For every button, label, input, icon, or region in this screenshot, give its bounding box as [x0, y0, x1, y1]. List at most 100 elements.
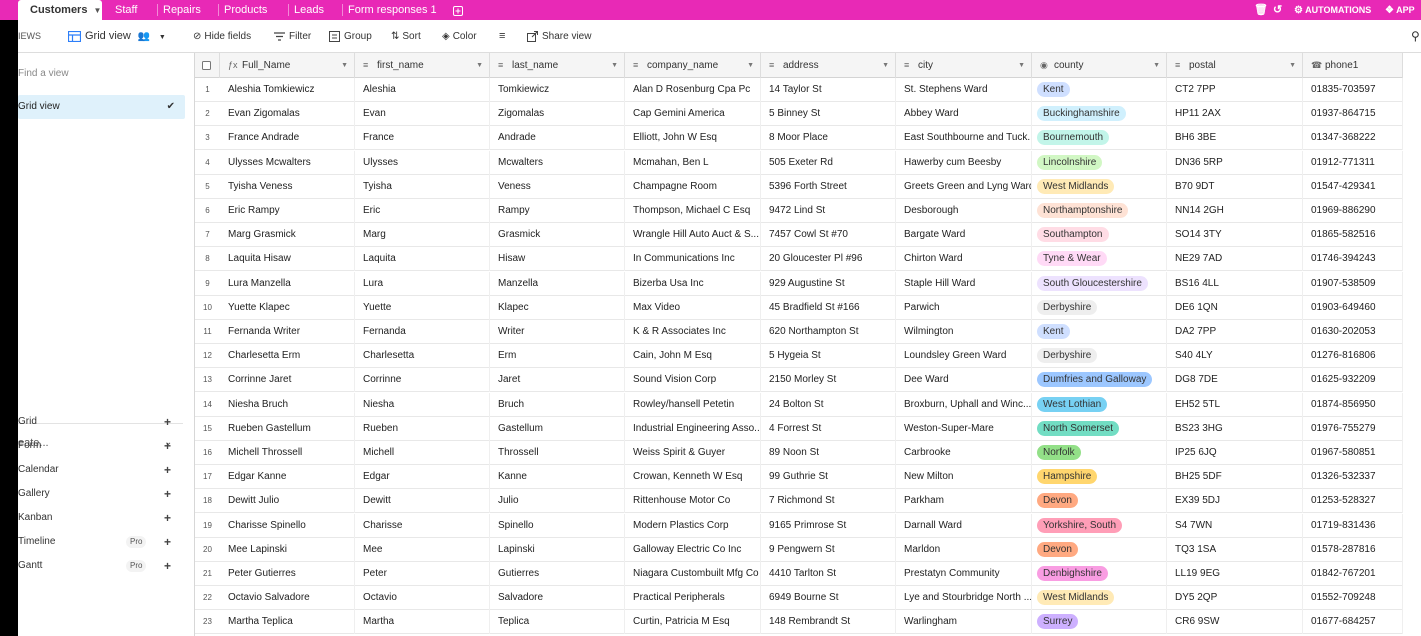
cell-county[interactable]: Buckinghamshire	[1032, 102, 1167, 126]
cell-postal[interactable]: HP11 2AX	[1167, 102, 1303, 126]
table-row[interactable]: 20 Mee Lapinski Mee Lapinski Galloway Electr…	[195, 538, 1421, 562]
views-label[interactable]: IEWS	[18, 20, 41, 53]
cell-phone1[interactable]: 01276-816806	[1303, 344, 1403, 368]
tab-customers[interactable]: Customers ▼	[18, 0, 102, 20]
cell-postal[interactable]: SO14 3TY	[1167, 223, 1303, 247]
plus-icon[interactable]: +	[164, 556, 171, 576]
filter-button[interactable]: Filter	[274, 20, 311, 53]
cell-phone1[interactable]: 01937-864715	[1303, 102, 1403, 126]
cell-address[interactable]: 20 Gloucester Pl #96	[761, 247, 896, 271]
cell-last_name[interactable]: Jaret	[490, 368, 625, 392]
cell-first_name[interactable]: Octavio	[355, 586, 490, 610]
chevron-down-icon[interactable]: ▼	[882, 53, 889, 78]
cell-city[interactable]: Hawerby cum Beesby	[896, 151, 1032, 175]
plus-icon[interactable]: +	[164, 436, 171, 456]
cell-city[interactable]: St. Stephens Ward	[896, 78, 1032, 102]
cell-last_name[interactable]: Kanne	[490, 465, 625, 489]
cell-full_name[interactable]: Mee Lapinski	[220, 538, 355, 562]
cell-county[interactable]: South Gloucestershire	[1032, 272, 1167, 296]
cell-company_name[interactable]: Wrangle Hill Auto Auct & S...	[625, 223, 761, 247]
cell-last_name[interactable]: Rampy	[490, 199, 625, 223]
table-row[interactable]: 14 Niesha Bruch Niesha Bruch Rowley/hansell …	[195, 393, 1421, 417]
cell-first_name[interactable]: Tyisha	[355, 175, 490, 199]
cell-company_name[interactable]: Max Video	[625, 296, 761, 320]
cell-first_name[interactable]: France	[355, 126, 490, 150]
find-view-input[interactable]: Find a view	[18, 68, 69, 79]
table-row[interactable]: 13 Corrinne Jaret Corrinne Jaret Sound Visio…	[195, 368, 1421, 392]
cell-phone1[interactable]: 01903-649460	[1303, 296, 1403, 320]
cell-full_name[interactable]: Octavio Salvadore	[220, 586, 355, 610]
add-table-icon[interactable]	[453, 0, 463, 20]
cell-postal[interactable]: BH6 3BE	[1167, 126, 1303, 150]
plus-icon[interactable]: +	[164, 460, 171, 480]
cell-phone1[interactable]: 01326-532337	[1303, 465, 1403, 489]
cell-full_name[interactable]: Edgar Kanne	[220, 465, 355, 489]
cell-first_name[interactable]: Marg	[355, 223, 490, 247]
cell-phone1[interactable]: 01969-886290	[1303, 199, 1403, 223]
cell-address[interactable]: 505 Exeter Rd	[761, 151, 896, 175]
cell-city[interactable]: Broxburn, Uphall and Winc...	[896, 393, 1032, 417]
cell-county[interactable]: Kent	[1032, 320, 1167, 344]
cell-full_name[interactable]: Niesha Bruch	[220, 393, 355, 417]
column-header-county[interactable]: ◉ county ▼	[1032, 53, 1167, 78]
cell-city[interactable]: East Southbourne and Tuck...	[896, 126, 1032, 150]
table-row[interactable]: 18 Dewitt Julio Dewitt Julio Rittenhouse Mot…	[195, 489, 1421, 513]
cell-city[interactable]: Abbey Ward	[896, 102, 1032, 126]
cell-county[interactable]: Northamptonshire	[1032, 199, 1167, 223]
cell-phone1[interactable]: 01835-703597	[1303, 78, 1403, 102]
cell-company_name[interactable]: Elliott, John W Esq	[625, 126, 761, 150]
automations-button[interactable]: ⚙ AUTOMATIONS	[1294, 0, 1371, 20]
cell-postal[interactable]: EX39 5DJ	[1167, 489, 1303, 513]
cell-postal[interactable]: CR6 9SW	[1167, 610, 1303, 634]
cell-first_name[interactable]: Corrinne	[355, 368, 490, 392]
column-header-company_name[interactable]: ≡ company_name ▼	[625, 53, 761, 78]
cell-phone1[interactable]: 01625-932209	[1303, 368, 1403, 392]
cell-postal[interactable]: B70 9DT	[1167, 175, 1303, 199]
cell-postal[interactable]: IP25 6JQ	[1167, 441, 1303, 465]
cell-company_name[interactable]: In Communications Inc	[625, 247, 761, 271]
cell-phone1[interactable]: 01677-684257	[1303, 610, 1403, 634]
column-header-full_name[interactable]: ƒx Full_Name ▼	[220, 53, 355, 78]
create-view-calendar[interactable]: Calendar +	[18, 460, 178, 480]
cell-postal[interactable]: NN14 2GH	[1167, 199, 1303, 223]
cell-phone1[interactable]: 01347-368222	[1303, 126, 1403, 150]
cell-address[interactable]: 148 Rembrandt St	[761, 610, 896, 634]
cell-full_name[interactable]: Laquita Hisaw	[220, 247, 355, 271]
row-height-icon[interactable]: ≡	[499, 20, 505, 53]
cell-city[interactable]: Wilmington	[896, 320, 1032, 344]
history-icon[interactable]: ↺	[1273, 0, 1282, 20]
cell-full_name[interactable]: Michell Throssell	[220, 441, 355, 465]
cell-city[interactable]: Greets Green and Lyng Ward	[896, 175, 1032, 199]
cell-postal[interactable]: EH52 5TL	[1167, 393, 1303, 417]
cell-first_name[interactable]: Laquita	[355, 247, 490, 271]
cell-last_name[interactable]: Andrade	[490, 126, 625, 150]
cell-county[interactable]: Yorkshire, South	[1032, 514, 1167, 538]
cell-last_name[interactable]: Zigomalas	[490, 102, 625, 126]
cell-first_name[interactable]: Charisse	[355, 514, 490, 538]
cell-first_name[interactable]: Eric	[355, 199, 490, 223]
table-row[interactable]: 2 Evan Zigomalas Evan Zigomalas Cap Gemini A…	[195, 102, 1421, 126]
cell-first_name[interactable]: Niesha	[355, 393, 490, 417]
cell-last_name[interactable]: Hisaw	[490, 247, 625, 271]
cell-full_name[interactable]: Yuette Klapec	[220, 296, 355, 320]
cell-full_name[interactable]: Aleshia Tomkiewicz	[220, 78, 355, 102]
cell-city[interactable]: Darnall Ward	[896, 514, 1032, 538]
cell-county[interactable]: Derbyshire	[1032, 344, 1167, 368]
cell-last_name[interactable]: Bruch	[490, 393, 625, 417]
cell-last_name[interactable]: Throssell	[490, 441, 625, 465]
cell-full_name[interactable]: Fernanda Writer	[220, 320, 355, 344]
trash-icon[interactable]: 🗑	[1254, 0, 1268, 20]
hide-fields-button[interactable]: ⊘ Hide fields	[193, 20, 251, 53]
column-header-postal[interactable]: ≡ postal ▼	[1167, 53, 1303, 78]
plus-icon[interactable]: +	[164, 484, 171, 504]
cell-last_name[interactable]: Veness	[490, 175, 625, 199]
cell-county[interactable]: Denbighshire	[1032, 562, 1167, 586]
column-header-city[interactable]: ≡ city ▼	[896, 53, 1032, 78]
cell-county[interactable]: West Midlands	[1032, 175, 1167, 199]
cell-address[interactable]: 4 Forrest St	[761, 417, 896, 441]
chevron-down-icon[interactable]: ▼	[93, 6, 101, 15]
table-row[interactable]: 11 Fernanda Writer Fernanda Writer K & R Ass…	[195, 320, 1421, 344]
chevron-down-icon[interactable]: ▼	[611, 53, 618, 78]
create-view-grid[interactable]: Grid +	[18, 412, 178, 432]
cell-address[interactable]: 929 Augustine St	[761, 272, 896, 296]
